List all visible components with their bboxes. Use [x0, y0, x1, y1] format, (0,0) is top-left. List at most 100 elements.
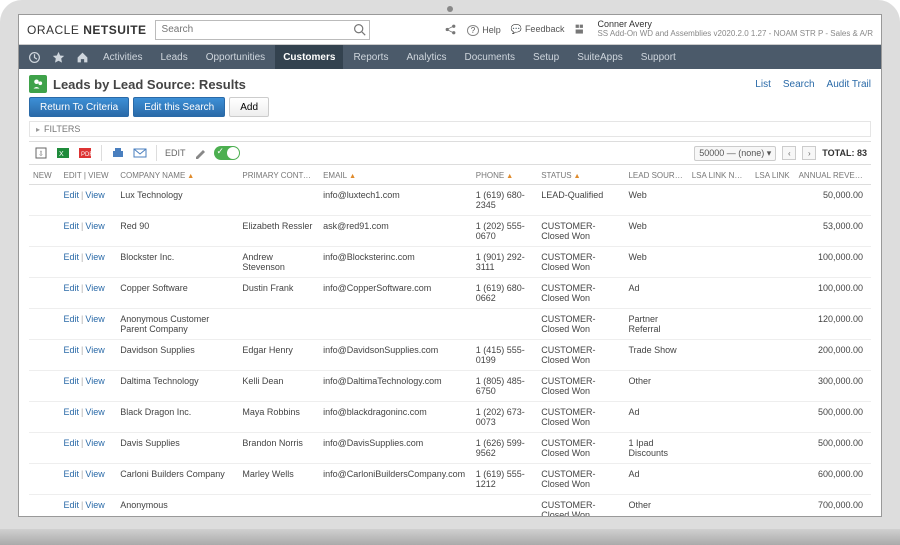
col-status[interactable]: STATUS▲: [537, 167, 624, 185]
search-input[interactable]: [155, 20, 370, 40]
edit-link[interactable]: Edit: [64, 252, 80, 262]
cell-phone: 1 (202) 673-0073: [472, 402, 537, 433]
cell-new: [29, 371, 60, 402]
user-icon[interactable]: [574, 23, 587, 36]
nav-history-icon[interactable]: [23, 45, 45, 69]
filters-panel[interactable]: FILTERS: [29, 121, 871, 137]
edit-link[interactable]: Edit: [64, 221, 80, 231]
view-link[interactable]: View: [85, 221, 104, 231]
col-action[interactable]: EDIT | VIEW: [60, 167, 117, 185]
col-lsa-link[interactable]: LSA LINK: [751, 167, 795, 185]
edit-link[interactable]: Edit: [64, 190, 80, 200]
user-role: SS Add-On WD and Assemblies v2020.2.0 1.…: [597, 30, 873, 39]
header-link-list[interactable]: List: [755, 79, 771, 90]
cell-revenue: 100,000.00: [795, 278, 871, 309]
user-identity[interactable]: Conner Avery SS Add-On WD and Assemblies…: [597, 20, 873, 39]
edit-link[interactable]: Edit: [64, 283, 80, 293]
edit-link[interactable]: Edit: [64, 345, 80, 355]
nav-item-documents[interactable]: Documents: [456, 45, 523, 69]
nav-item-setup[interactable]: Setup: [525, 45, 567, 69]
col-company[interactable]: COMPANY NAME▲: [116, 167, 238, 185]
cell-new: [29, 495, 60, 517]
global-search[interactable]: [155, 20, 370, 40]
col-contact[interactable]: PRIMARY CONTACT: [238, 167, 319, 185]
cell-revenue: 50,000.00: [795, 185, 871, 216]
share-icon[interactable]: [444, 23, 457, 36]
view-link[interactable]: View: [85, 500, 104, 510]
edit-search-button[interactable]: Edit this Search: [133, 97, 225, 117]
cell-action: Edit|View: [60, 309, 117, 340]
cell-lsa-link: [751, 495, 795, 517]
print-icon[interactable]: [110, 145, 126, 161]
nav-item-reports[interactable]: Reports: [345, 45, 396, 69]
page-icon: [29, 75, 47, 93]
edit-pencil-icon[interactable]: [192, 145, 208, 161]
col-email[interactable]: EMAIL▲: [319, 167, 472, 185]
nav-item-customers[interactable]: Customers: [275, 45, 343, 69]
header-link-search[interactable]: Search: [783, 79, 815, 90]
page-header: Leads by Lead Source: Results List Searc…: [19, 69, 881, 97]
cell-status: CUSTOMER-Closed Won: [537, 247, 624, 278]
col-new[interactable]: NEW: [29, 167, 60, 185]
edit-link[interactable]: Edit: [64, 438, 80, 448]
export-csv-icon[interactable]: ⇩: [33, 145, 49, 161]
topbar: ORACLE NETSUITE ?Help 💬Feedback Conner A…: [19, 15, 881, 45]
add-button[interactable]: Add: [229, 97, 269, 117]
view-link[interactable]: View: [85, 190, 104, 200]
nav-item-analytics[interactable]: Analytics: [398, 45, 454, 69]
cell-contact: Brandon Norris: [238, 433, 319, 464]
edit-link[interactable]: Edit: [64, 500, 80, 510]
nav-star-icon[interactable]: [47, 45, 69, 69]
export-xls-icon[interactable]: X: [55, 145, 71, 161]
pager-prev-button[interactable]: ‹: [782, 146, 796, 160]
cell-status: CUSTOMER-Closed Won: [537, 216, 624, 247]
results-table-wrap[interactable]: NEW EDIT | VIEW COMPANY NAME▲ PRIMARY CO…: [29, 167, 871, 516]
email-icon[interactable]: [132, 145, 148, 161]
sort-icon: ▲: [187, 173, 194, 180]
pager-range[interactable]: 50000 — (none) ▾: [694, 146, 776, 161]
view-link[interactable]: View: [85, 438, 104, 448]
view-link[interactable]: View: [85, 314, 104, 324]
edit-link[interactable]: Edit: [64, 469, 80, 479]
cell-phone: 1 (619) 555-1212: [472, 464, 537, 495]
edit-toggle[interactable]: [214, 146, 240, 160]
edit-link[interactable]: Edit: [64, 314, 80, 324]
nav-item-activities[interactable]: Activities: [95, 45, 150, 69]
return-criteria-button[interactable]: Return To Criteria: [29, 97, 129, 117]
nav-item-suiteapps[interactable]: SuiteApps: [569, 45, 631, 69]
col-source[interactable]: LEAD SOURCE: [624, 167, 687, 185]
nav-item-support[interactable]: Support: [633, 45, 684, 69]
col-phone[interactable]: PHONE▲: [472, 167, 537, 185]
header-link-audit[interactable]: Audit Trail: [827, 79, 871, 90]
view-link[interactable]: View: [85, 283, 104, 293]
view-link[interactable]: View: [85, 407, 104, 417]
view-link[interactable]: View: [85, 345, 104, 355]
cell-new: [29, 309, 60, 340]
cell-lsa-link: [751, 216, 795, 247]
col-lsa-name[interactable]: LSA LINK NAME: [688, 167, 751, 185]
svg-text:X: X: [59, 151, 64, 158]
col-revenue[interactable]: ANNUAL REVENUE▲: [795, 167, 871, 185]
cell-lsa-name: [688, 402, 751, 433]
view-link[interactable]: View: [85, 376, 104, 386]
view-link[interactable]: View: [85, 469, 104, 479]
nav-item-leads[interactable]: Leads: [152, 45, 195, 69]
cell-contact: Edgar Henry: [238, 340, 319, 371]
feedback-link[interactable]: 💬Feedback: [511, 24, 565, 35]
cell-phone: 1 (619) 680-0662: [472, 278, 537, 309]
edit-link[interactable]: Edit: [64, 407, 80, 417]
export-pdf-icon[interactable]: PDF: [77, 145, 93, 161]
edit-link[interactable]: Edit: [64, 376, 80, 386]
sort-icon: ▲: [506, 173, 513, 180]
cell-new: [29, 185, 60, 216]
cell-status: CUSTOMER-Closed Won: [537, 495, 624, 517]
cell-action: Edit|View: [60, 371, 117, 402]
view-link[interactable]: View: [85, 252, 104, 262]
nav-item-opportunities[interactable]: Opportunities: [198, 45, 273, 69]
table-row: Edit|ViewAnonymousCUSTOMER-Closed WonOth…: [29, 495, 871, 517]
pager-next-button[interactable]: ›: [802, 146, 816, 160]
cell-lsa-name: [688, 495, 751, 517]
nav-home-icon[interactable]: [71, 45, 93, 69]
sort-icon: ▲: [349, 173, 356, 180]
help-link[interactable]: ?Help: [467, 25, 501, 35]
